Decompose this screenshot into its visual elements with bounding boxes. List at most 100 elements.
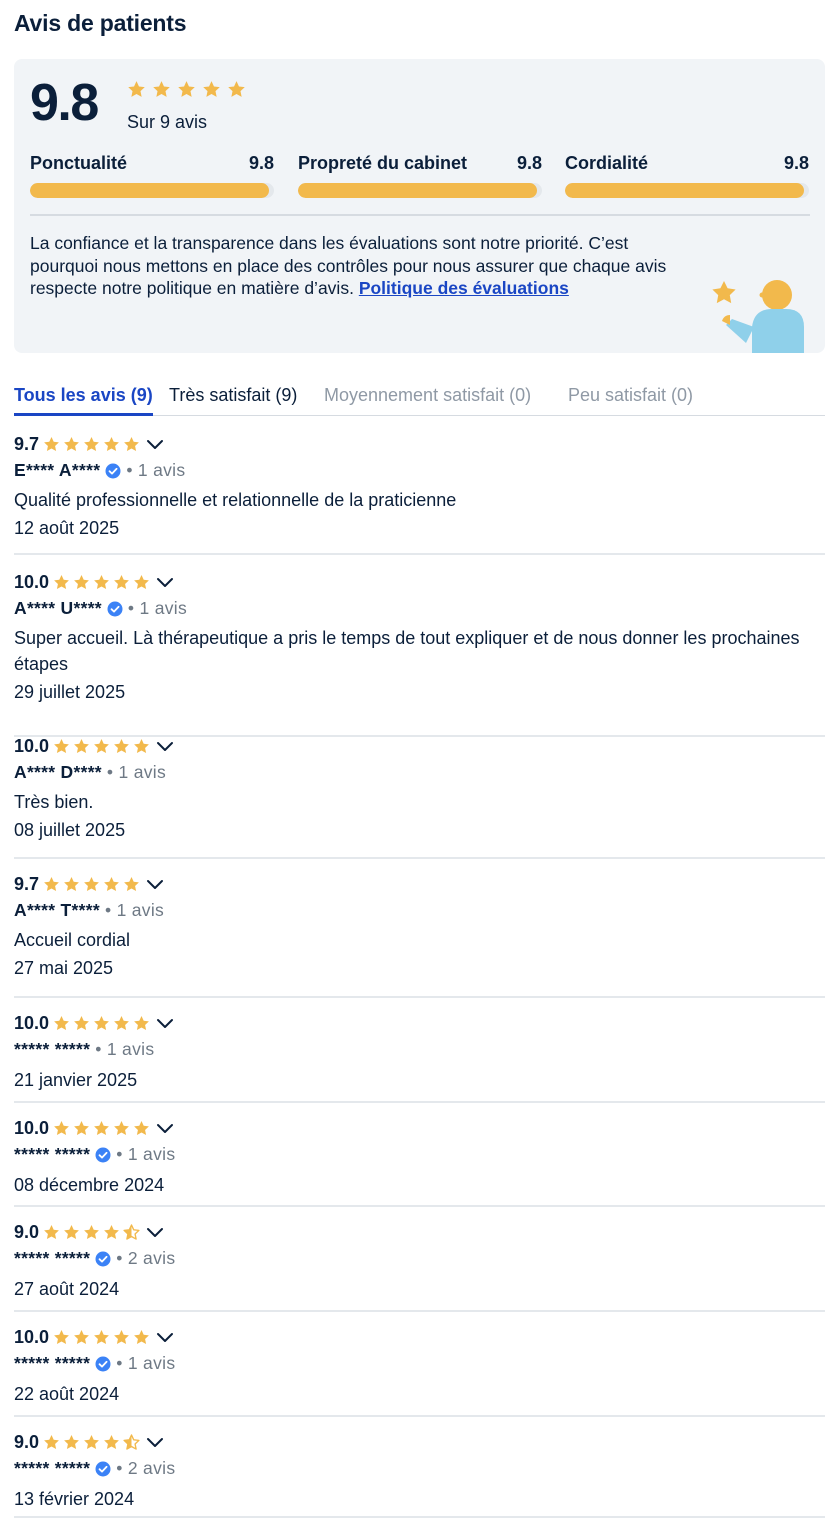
expand-rating-button[interactable] <box>156 741 174 753</box>
star-icon <box>104 1435 119 1450</box>
tab-all-reviews[interactable]: Tous les avis (9) <box>14 385 153 416</box>
review-stars <box>53 1015 150 1032</box>
author-review-count: • 1 avis <box>116 1144 176 1164</box>
review-comment: Accueil cordial <box>14 930 131 950</box>
author-review-count: • 2 avis <box>116 1458 176 1478</box>
review-author-line: ***** ***** • 2 avis <box>14 1458 175 1479</box>
rating-summary-card: 9.8 Sur 9 avis Ponctualité 9.8 Propreté … <box>14 59 825 353</box>
star-icon <box>64 877 79 892</box>
expand-rating-button[interactable] <box>156 1018 174 1030</box>
metric-label: Cordialité <box>565 153 649 173</box>
expand-rating-button[interactable] <box>156 577 174 589</box>
review-item: 10.0 ***** ***** • 1 avis 22 août 2024 <box>14 1327 825 1417</box>
author-review-count: • 1 avis <box>106 762 167 782</box>
star-icon <box>74 1016 89 1031</box>
star-icon <box>64 437 79 452</box>
review-author: ***** ***** <box>14 1353 91 1373</box>
star-icon <box>84 877 99 892</box>
review-rating: 10.0 <box>14 1327 174 1348</box>
star-icon <box>74 575 89 590</box>
metric-bar <box>298 183 542 198</box>
star-icon <box>54 575 69 590</box>
review-stars <box>53 738 150 755</box>
star-icon <box>64 1225 79 1240</box>
half-star-icon <box>123 1224 140 1240</box>
star-icon <box>104 437 119 452</box>
review-score: 9.0 <box>14 1432 40 1452</box>
expand-rating-button[interactable] <box>146 439 164 451</box>
review-stars <box>53 1120 150 1137</box>
verified-badge <box>95 1147 111 1163</box>
review-rating: 9.0 <box>14 1432 164 1453</box>
review-date: 27 août 2024 <box>14 1279 120 1299</box>
review-author: E**** A**** <box>14 460 101 480</box>
review-score: 9.7 <box>14 434 40 454</box>
author-review-count: • 1 avis <box>104 900 165 920</box>
verified-badge <box>105 463 121 479</box>
review-author-line: ***** ***** • 1 avis <box>14 1039 154 1060</box>
verified-check-icon <box>95 1356 111 1371</box>
tab-slightly-satisfied[interactable]: Peu satisfait (0) <box>568 385 693 416</box>
review-item: 9.0 ***** ***** • 2 avis 27 août 2024 <box>14 1222 825 1312</box>
review-policy-link[interactable]: Politique des évaluations <box>359 278 569 298</box>
star-icon <box>94 1121 109 1136</box>
page-title: Avis de patients <box>14 10 187 36</box>
author-review-count: • 2 avis <box>116 1248 176 1268</box>
star-icon <box>124 877 139 892</box>
metric-value: 9.8 <box>516 153 542 173</box>
expand-rating-button[interactable] <box>156 1123 174 1135</box>
review-score: 9.0 <box>14 1222 40 1242</box>
star-icon <box>44 437 59 452</box>
review-date: 12 août 2025 <box>14 518 120 538</box>
star-icon <box>54 1330 69 1345</box>
star-icon <box>94 1330 109 1345</box>
star-icon <box>84 1435 99 1450</box>
chevron-down-icon <box>157 1332 174 1342</box>
review-date: 22 août 2024 <box>14 1384 120 1404</box>
review-stars <box>53 574 150 591</box>
review-author: A**** D**** <box>14 762 102 782</box>
author-review-count: • 1 avis <box>95 1039 155 1059</box>
trust-text: La confiance et la transparence dans les… <box>30 233 667 298</box>
expand-rating-button[interactable] <box>146 1437 164 1449</box>
review-filter-tabs: Tous les avis (9) Très satisfait (9) Moy… <box>14 385 825 416</box>
expand-rating-button[interactable] <box>156 1332 174 1344</box>
star-icon <box>104 1225 119 1240</box>
star-icon <box>94 739 109 754</box>
verified-check-icon <box>107 601 123 616</box>
star-icon <box>84 437 99 452</box>
expand-rating-button[interactable] <box>146 1227 164 1239</box>
review-author: A**** T**** <box>14 900 100 920</box>
review-stars <box>43 876 140 893</box>
expand-rating-button[interactable] <box>146 879 164 891</box>
review-author-line: E**** A**** • 1 avis <box>14 460 185 481</box>
star-icon <box>114 1330 129 1345</box>
star-icon <box>124 437 139 452</box>
review-rating: 10.0 <box>14 1013 174 1034</box>
metric-value: 9.8 <box>248 153 274 173</box>
metric-label: Propreté du cabinet <box>298 153 468 173</box>
star-icon <box>134 1330 149 1345</box>
verified-badge <box>95 1251 111 1267</box>
star-icon <box>134 739 149 754</box>
review-score: 9.7 <box>14 874 40 894</box>
star-icon <box>228 81 245 97</box>
chevron-down-icon <box>157 577 174 587</box>
tab-very-satisfied[interactable]: Très satisfait (9) <box>169 385 297 416</box>
review-author-line: ***** ***** • 1 avis <box>14 1144 175 1165</box>
review-date: 27 mai 2025 <box>14 958 114 978</box>
review-rating: 10.0 <box>14 1118 174 1139</box>
star-icon <box>74 1121 89 1136</box>
tab-moderately-satisfied[interactable]: Moyennement satisfait (0) <box>324 385 531 416</box>
chevron-down-icon <box>147 1437 164 1447</box>
review-author-line: ***** ***** • 2 avis <box>14 1248 175 1269</box>
review-item: 10.0 A**** U**** • 1 avis Super accueil. Là… <box>14 572 825 737</box>
review-date: 13 février 2024 <box>14 1489 135 1509</box>
star-icon <box>44 1225 59 1240</box>
star-icon <box>44 877 59 892</box>
star-icon <box>54 1016 69 1031</box>
review-score: 10.0 <box>14 1013 50 1033</box>
review-stars <box>43 1434 140 1451</box>
review-item: 9.7 E**** A**** • 1 avis Qualité profession… <box>14 434 825 555</box>
overall-score: 9.8 <box>30 74 99 132</box>
